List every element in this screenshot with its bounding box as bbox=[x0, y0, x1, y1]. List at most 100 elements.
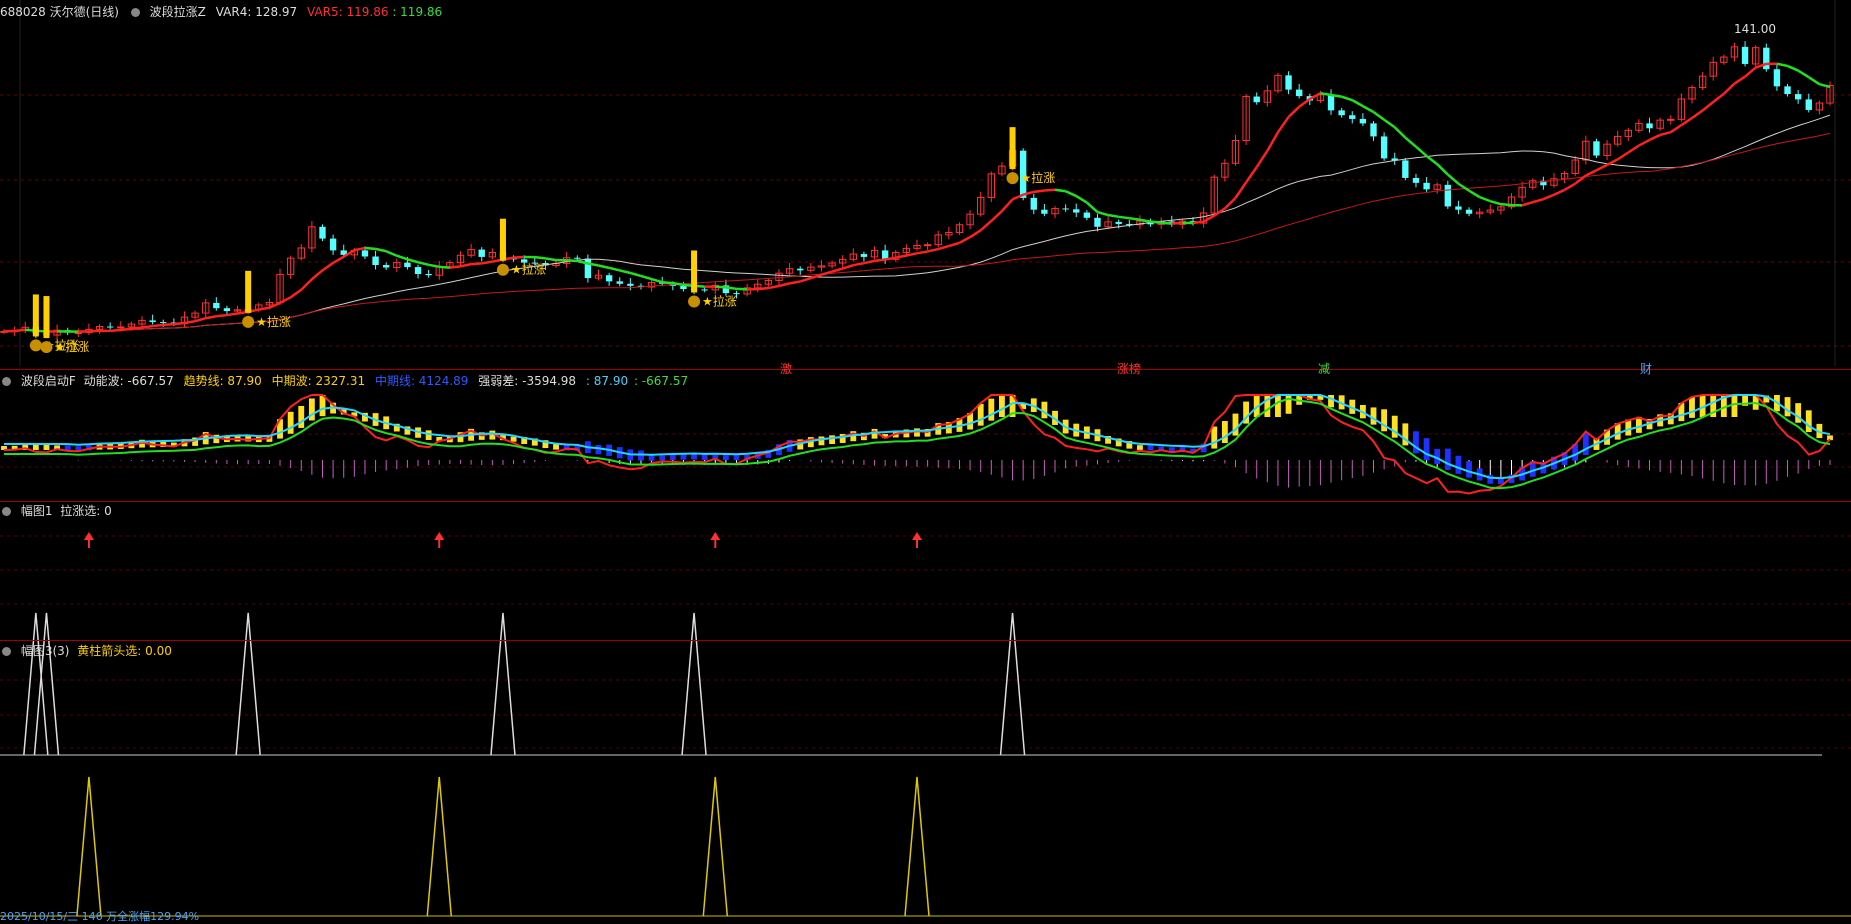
candle-body bbox=[1083, 212, 1091, 218]
ma-fast-line bbox=[662, 280, 673, 285]
signal-label: ★拉涨 bbox=[256, 314, 291, 329]
ma-fast-line bbox=[916, 250, 928, 255]
event-tag[interactable]: 减 bbox=[1318, 360, 1330, 377]
candlestick-chart-area[interactable]: ★拉涨★拉涨★拉涨★拉涨★拉涨★拉涨 bbox=[0, 0, 1851, 924]
ma-fast-line bbox=[417, 261, 429, 267]
candle-body bbox=[1412, 177, 1420, 183]
ma-fast-line bbox=[1033, 189, 1045, 194]
osc-bar bbox=[829, 435, 835, 444]
signal-label: ★拉涨 bbox=[702, 293, 737, 308]
osc-bar bbox=[988, 398, 995, 421]
arrow-icon bbox=[912, 532, 922, 540]
panel2-v1: 动能波: -667.57 bbox=[83, 374, 174, 388]
ma-fast-line bbox=[1489, 199, 1502, 206]
osc-bar bbox=[510, 436, 517, 442]
settings-dot-icon[interactable] bbox=[2, 507, 11, 516]
panel-separator bbox=[0, 501, 1851, 502]
signal-bar bbox=[32, 294, 39, 337]
ma-fast-line bbox=[1415, 145, 1428, 157]
ma-fast-line bbox=[736, 287, 748, 291]
osc-bar bbox=[1423, 438, 1430, 461]
ma-slow-line bbox=[3, 132, 1831, 333]
ma-fast-line bbox=[513, 255, 525, 259]
ma-fast-line bbox=[1362, 105, 1375, 114]
ma-fast-line bbox=[937, 244, 950, 251]
ma-fast-line bbox=[184, 319, 196, 325]
ma-fast-line bbox=[1797, 69, 1810, 79]
spike bbox=[490, 612, 516, 756]
candle-body bbox=[701, 289, 708, 291]
ma-fast-line bbox=[1563, 182, 1576, 192]
settings-dot-icon[interactable] bbox=[130, 8, 140, 17]
ma-fast-line bbox=[1712, 92, 1725, 104]
ma-fast-line bbox=[672, 281, 684, 287]
candle-body bbox=[923, 244, 932, 247]
ma-fast-line bbox=[545, 257, 557, 262]
osc-bar bbox=[1275, 395, 1281, 417]
event-tag[interactable]: 涨榜 bbox=[1117, 360, 1141, 377]
ma-fast-line bbox=[1436, 163, 1449, 176]
ma-fast-line bbox=[715, 285, 726, 289]
ma-fast-line bbox=[1065, 190, 1077, 198]
osc-green-line bbox=[4, 397, 1831, 490]
candle-body bbox=[1296, 89, 1303, 97]
ma-fast-line bbox=[173, 321, 185, 326]
ma-fast-line bbox=[439, 265, 450, 269]
ma-fast-line bbox=[1595, 163, 1608, 172]
ma-fast-line bbox=[906, 252, 918, 257]
osc-bar bbox=[701, 454, 708, 460]
osc-bar bbox=[1689, 397, 1695, 418]
panel4-header: 幅图3(3) 黄柱箭头选: 0.00 bbox=[0, 643, 178, 659]
money-bag-icon bbox=[496, 263, 509, 276]
ma-fast-line bbox=[927, 247, 939, 253]
candle-body bbox=[149, 320, 156, 323]
ma-fast-line bbox=[1234, 181, 1248, 199]
osc-bar bbox=[1784, 397, 1791, 417]
ma-fast-line bbox=[1287, 105, 1301, 118]
ma-fast-line bbox=[1648, 133, 1661, 142]
panel4-name: 幅图3(3) bbox=[20, 644, 70, 658]
ma-fast-line bbox=[289, 288, 302, 299]
ma-fast-line bbox=[895, 254, 907, 259]
ma-fast-line bbox=[1150, 220, 1162, 225]
panel3-name: 幅图1 bbox=[20, 504, 53, 518]
osc-bar bbox=[595, 445, 602, 455]
max-price-label: 141.00 bbox=[1734, 22, 1776, 36]
settings-dot-icon[interactable] bbox=[2, 377, 11, 386]
osc-bar bbox=[1232, 413, 1239, 436]
ma-fast-line bbox=[1192, 220, 1204, 225]
money-bag-icon bbox=[242, 315, 255, 328]
panel-separator bbox=[0, 369, 1851, 370]
candle-body bbox=[1423, 182, 1430, 190]
spike bbox=[702, 776, 729, 917]
settings-dot-icon[interactable] bbox=[2, 647, 11, 656]
candle-body bbox=[361, 250, 369, 257]
candle-body bbox=[1359, 118, 1367, 124]
ma-fast-line bbox=[1542, 193, 1555, 201]
osc-bar bbox=[1731, 395, 1738, 417]
ma-fast-line bbox=[110, 328, 121, 333]
osc-bar bbox=[1221, 421, 1228, 444]
panel2-v3: 中期波: 2327.31 bbox=[271, 374, 366, 388]
candle-body bbox=[616, 281, 623, 284]
ma-fast-line bbox=[789, 280, 801, 285]
ma-fast-line bbox=[1553, 188, 1566, 196]
ma-fast-line bbox=[1383, 118, 1396, 129]
ma-fast-line bbox=[1266, 131, 1280, 152]
ma-fast-line bbox=[979, 220, 993, 232]
osc-bar bbox=[298, 405, 305, 428]
ma-fast-line bbox=[396, 254, 408, 261]
candle-body bbox=[1253, 96, 1260, 103]
osc-bar bbox=[1381, 409, 1388, 432]
candle-body bbox=[584, 258, 592, 279]
ma-fast-line bbox=[1500, 202, 1512, 207]
event-tag[interactable]: 激 bbox=[780, 360, 792, 377]
ma-fast-line bbox=[226, 312, 238, 317]
ma-fast-line bbox=[1468, 189, 1481, 199]
ma-fast-line bbox=[1129, 216, 1141, 222]
event-tag[interactable]: 财 bbox=[1640, 360, 1652, 377]
ma-fast-line bbox=[821, 270, 833, 276]
osc-bar bbox=[1795, 403, 1802, 423]
candle-body bbox=[860, 254, 868, 257]
spike bbox=[681, 612, 707, 756]
